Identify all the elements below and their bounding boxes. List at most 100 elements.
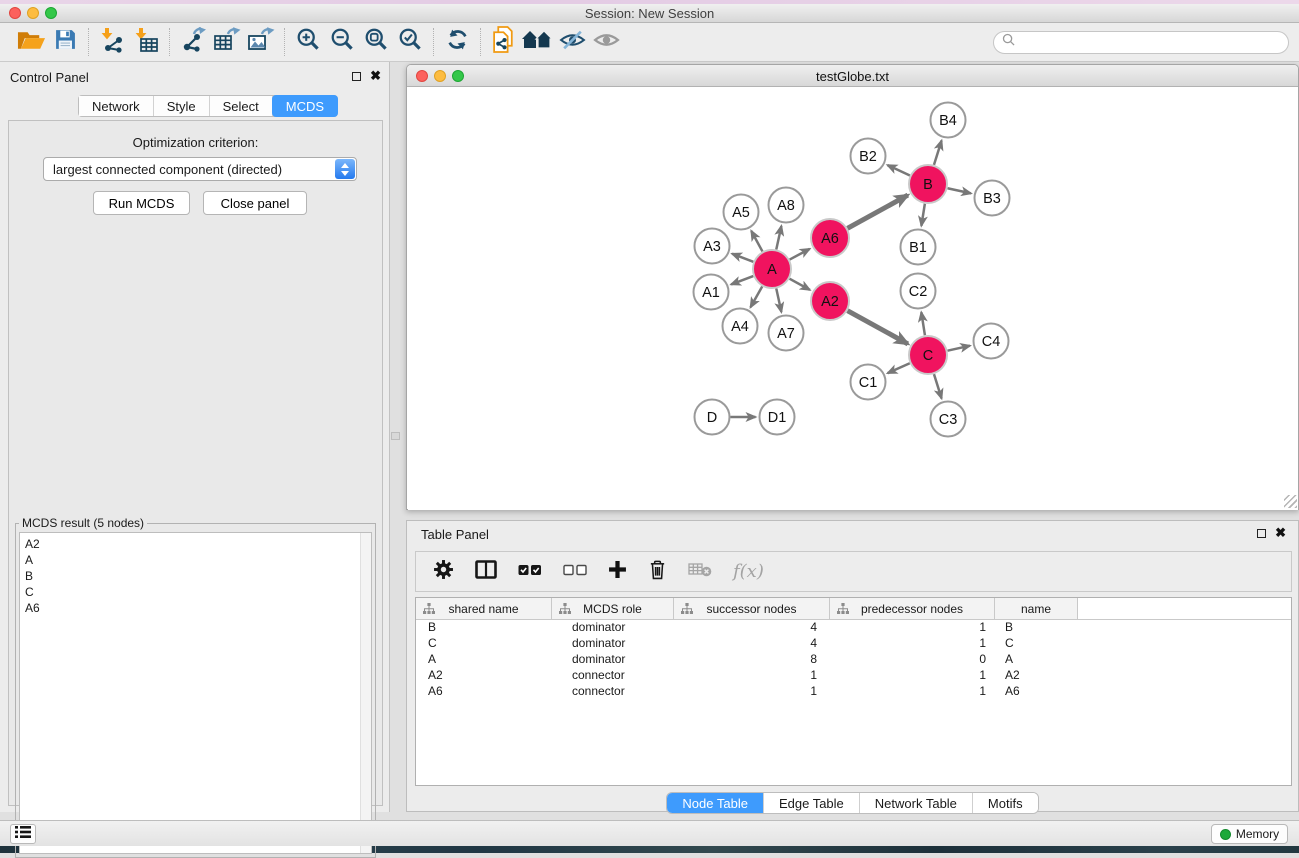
cell-mcds-role[interactable]: dominator (552, 636, 674, 652)
window-resize-grip[interactable] (1284, 495, 1297, 508)
graph-node-C4[interactable]: C4 (974, 324, 1009, 359)
hide-eye-button[interactable] (555, 26, 589, 58)
graph-node-B2[interactable]: B2 (851, 139, 886, 174)
graph-edge-C-C1[interactable] (888, 363, 910, 373)
column-header-name[interactable]: name (995, 598, 1078, 619)
column-header-predecessor-nodes[interactable]: predecessor nodes (830, 598, 995, 619)
zoom-out-button[interactable] (325, 26, 359, 58)
column-header-shared-name[interactable]: shared name (416, 598, 552, 619)
graph-edge-C-C4[interactable] (948, 346, 970, 351)
graph-node-D[interactable]: D (695, 400, 730, 435)
mcds-result-item[interactable]: B (20, 568, 371, 584)
graph-node-D1[interactable]: D1 (760, 400, 795, 435)
graph-edge-B-B3[interactable] (948, 188, 971, 193)
graph-node-A5[interactable]: A5 (724, 195, 759, 230)
refresh-layout-button[interactable] (440, 26, 474, 58)
graph-node-A4[interactable]: A4 (723, 309, 758, 344)
graph-edge-A-A2[interactable] (790, 279, 810, 290)
graph-edge-A2-C[interactable] (848, 311, 908, 344)
open-session-button[interactable] (14, 26, 48, 58)
save-session-button[interactable] (48, 26, 82, 58)
splitter-handle[interactable] (391, 432, 400, 440)
mcds-result-item[interactable]: A (20, 552, 371, 568)
table-row[interactable]: A6connector11A6 (416, 684, 1291, 700)
task-history-button[interactable] (10, 824, 36, 844)
cell-successor-nodes[interactable]: 1 (674, 684, 830, 700)
cell-successor-nodes[interactable]: 1 (674, 668, 830, 684)
show-eye-button[interactable] (589, 26, 623, 58)
zoom-selected-button[interactable] (393, 26, 427, 58)
cell-predecessor-nodes[interactable]: 1 (830, 620, 995, 636)
graph-edge-A-A3[interactable] (732, 254, 753, 262)
mcds-result-list[interactable]: A2 A B C A6 (19, 532, 372, 854)
graph-node-C1[interactable]: C1 (851, 365, 886, 400)
cell-predecessor-nodes[interactable]: 0 (830, 652, 995, 668)
graph-edge-C-C3[interactable] (934, 374, 942, 398)
graph-edge-B-B4[interactable] (934, 141, 942, 165)
float-panel-icon[interactable] (352, 72, 361, 81)
tab-node-table[interactable]: Node Table (667, 793, 764, 813)
table-settings-button[interactable] (433, 559, 454, 585)
float-panel-icon[interactable] (1257, 529, 1266, 538)
graph-edge-A6-B[interactable] (848, 195, 908, 228)
function-builder-button-disabled[interactable]: f(x) (733, 561, 764, 582)
import-table-button[interactable] (129, 26, 163, 58)
cell-shared-name[interactable]: A6 (416, 684, 552, 700)
delete-column-button[interactable] (648, 559, 667, 585)
tab-mcds[interactable]: MCDS (272, 95, 338, 117)
home-button[interactable] (521, 26, 555, 58)
graph-edge-A-A6[interactable] (790, 249, 810, 260)
graph-node-A6[interactable]: A6 (811, 219, 849, 257)
graph-node-A3[interactable]: A3 (695, 229, 730, 264)
table-row[interactable]: Adominator80A (416, 652, 1291, 668)
graph-node-C3[interactable]: C3 (931, 402, 966, 437)
cell-successor-nodes[interactable]: 4 (674, 620, 830, 636)
clone-network-button[interactable] (487, 26, 521, 58)
cell-name[interactable]: B (995, 620, 1078, 636)
graph-node-A7[interactable]: A7 (769, 316, 804, 351)
cell-name[interactable]: A (995, 652, 1078, 668)
cell-name[interactable]: C (995, 636, 1078, 652)
cell-name[interactable]: A6 (995, 684, 1078, 700)
cell-mcds-role[interactable]: dominator (552, 620, 674, 636)
tab-motifs[interactable]: Motifs (973, 793, 1038, 813)
graph-edge-A-A7[interactable] (776, 289, 781, 312)
graph-node-A2[interactable]: A2 (811, 282, 849, 320)
cell-shared-name[interactable]: A (416, 652, 552, 668)
search-input[interactable] (1020, 35, 1280, 49)
criterion-select[interactable]: largest connected component (directed) (43, 157, 357, 181)
graph-node-B4[interactable]: B4 (931, 103, 966, 138)
memory-button[interactable]: Memory (1211, 824, 1288, 844)
graph-node-B3[interactable]: B3 (975, 181, 1010, 216)
column-header-successor-nodes[interactable]: successor nodes (674, 598, 830, 619)
select-all-columns-icon[interactable] (518, 563, 542, 581)
graph-node-A[interactable]: A (753, 250, 791, 288)
cell-mcds-role[interactable]: dominator (552, 652, 674, 668)
network-canvas[interactable]: AA1A2A3A4A5A6A7A8BB1B2B3B4CC1C2C3C4DD1 (408, 87, 1298, 510)
graph-node-C2[interactable]: C2 (901, 274, 936, 309)
cell-mcds-role[interactable]: connector (552, 684, 674, 700)
show-columns-button[interactable] (475, 560, 497, 584)
export-image-button[interactable] (244, 26, 278, 58)
tab-network-table[interactable]: Network Table (860, 793, 973, 813)
cell-predecessor-nodes[interactable]: 1 (830, 668, 995, 684)
graph-node-B1[interactable]: B1 (901, 230, 936, 265)
cell-successor-nodes[interactable]: 4 (674, 636, 830, 652)
export-network-button[interactable] (176, 26, 210, 58)
tab-edge-table[interactable]: Edge Table (764, 793, 860, 813)
cell-predecessor-nodes[interactable]: 1 (830, 636, 995, 652)
delete-table-button-disabled[interactable] (688, 562, 712, 582)
close-panel-icon[interactable]: ✖ (370, 71, 381, 81)
mcds-result-item[interactable]: C (20, 584, 371, 600)
export-table-button[interactable] (210, 26, 244, 58)
add-column-button[interactable] (608, 560, 627, 584)
scrollbar-track[interactable] (360, 533, 371, 853)
run-mcds-button[interactable]: Run MCDS (93, 191, 190, 215)
column-header-mcds-role[interactable]: MCDS role (552, 598, 674, 619)
graph-edge-A-A1[interactable] (731, 276, 753, 284)
cell-shared-name[interactable]: A2 (416, 668, 552, 684)
graph-edge-A-A4[interactable] (751, 286, 763, 307)
graph-edge-B-B1[interactable] (921, 204, 924, 226)
table-row[interactable]: A2connector11A2 (416, 668, 1291, 684)
cell-predecessor-nodes[interactable]: 1 (830, 684, 995, 700)
